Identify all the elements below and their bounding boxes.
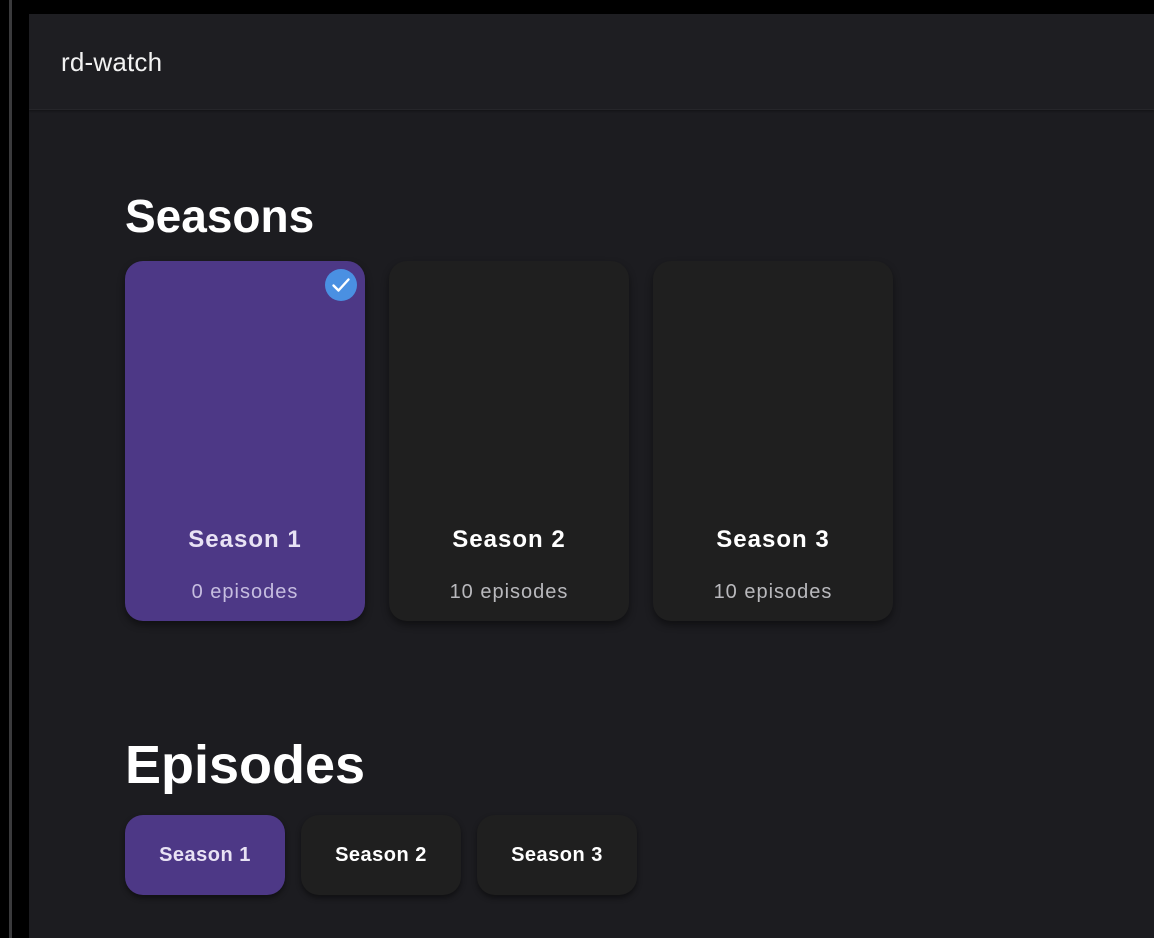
episodes-tab-season-3[interactable]: Season 3 [477,815,637,895]
window-frame-left [0,0,29,938]
window-frame-top [0,0,1154,14]
season-card-1[interactable]: Season 1 0 episodes [125,261,365,621]
season-card-title: Season 1 [188,526,302,553]
season-card-episode-count: 10 episodes [449,581,569,603]
check-icon [325,269,357,301]
app-bar: rd-watch [29,14,1154,110]
app-title: rd-watch [61,47,163,77]
episodes-tab-season-1[interactable]: Season 1 [125,815,285,895]
season-card-title: Season 3 [716,526,830,553]
season-card-3[interactable]: Season 3 10 episodes [653,261,893,621]
episodes-tab-season-2[interactable]: Season 2 [301,815,461,895]
season-card-title: Season 2 [452,526,566,553]
season-card-episode-count: 10 episodes [713,581,833,603]
episodes-heading: Episodes [125,735,366,795]
seasons-heading: Seasons [125,190,315,242]
season-card-episode-count: 0 episodes [191,581,299,603]
window-edge-rail [9,0,12,938]
season-card-2[interactable]: Season 2 10 episodes [389,261,629,621]
app-window: rd-watch Seasons Season 1 0 episodes Sea… [29,14,1154,938]
